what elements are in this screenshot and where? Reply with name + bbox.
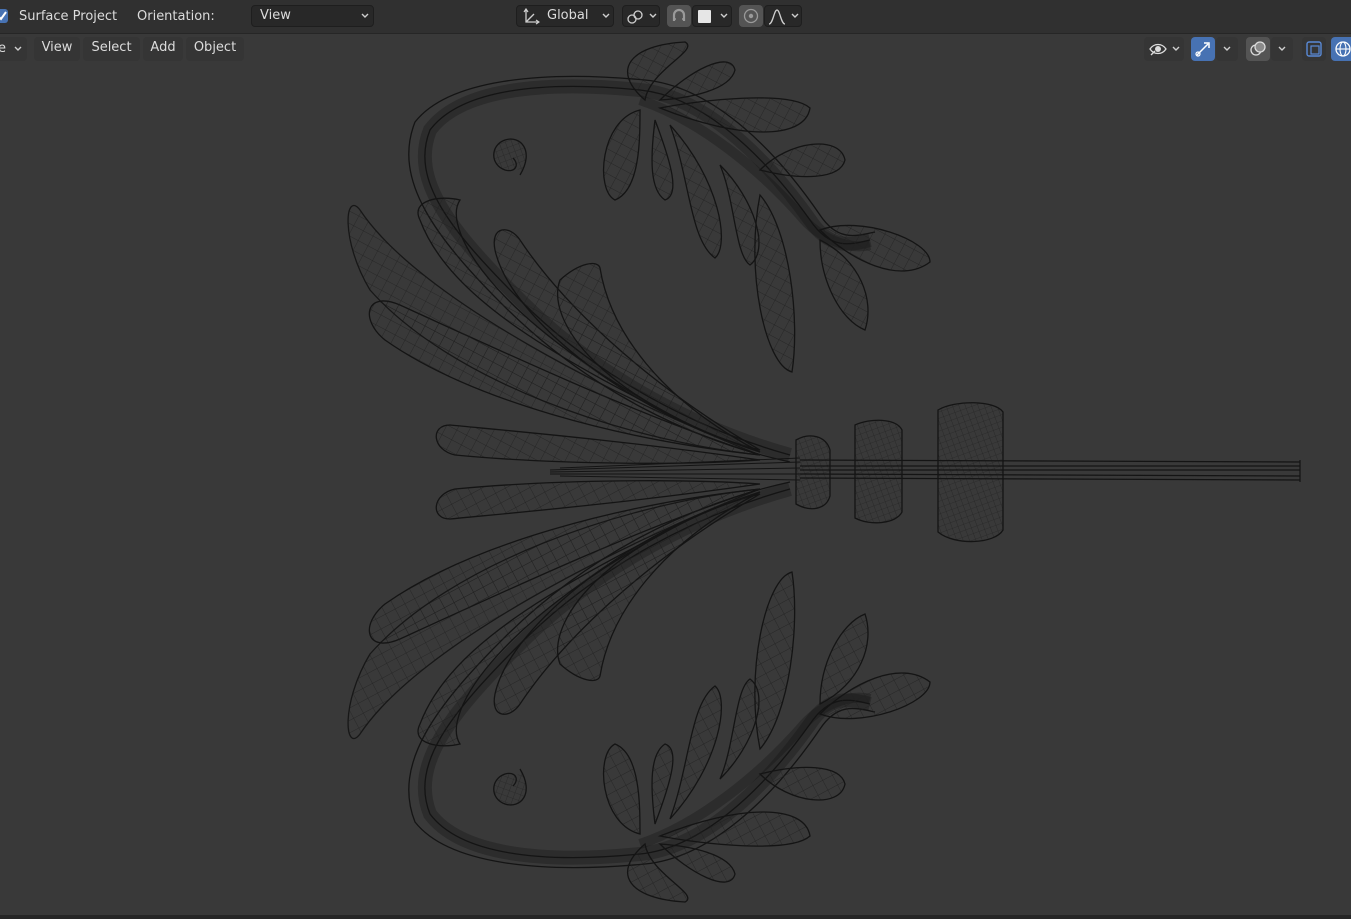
link-pivot-icon — [626, 8, 644, 26]
surface-project-checkbox[interactable] — [0, 9, 8, 23]
xray-icon — [1305, 40, 1323, 58]
chevron-down-icon — [1171, 44, 1183, 56]
falloff-dropdown[interactable] — [764, 5, 802, 27]
chevron-down-icon — [1277, 44, 1289, 56]
snap-toggle[interactable] — [667, 5, 691, 27]
menu-object[interactable]: Object — [186, 37, 244, 61]
wireframe-mesh[interactable] — [0, 34, 1351, 915]
transform-orientation-dropdown[interactable]: Global — [516, 5, 614, 27]
proportional-edit-icon — [742, 7, 760, 25]
pivot-dropdown[interactable] — [622, 5, 660, 27]
overlays-toggle[interactable] — [1246, 37, 1270, 61]
transform-orientation-value: Global — [547, 8, 589, 23]
orientation-label: Orientation: — [137, 9, 215, 24]
tool-header: Surface Project Orientation: View Global — [0, 0, 1351, 34]
proportional-edit-toggle[interactable] — [739, 5, 763, 27]
xray-toggle[interactable] — [1302, 37, 1326, 61]
orientation-dropdown[interactable]: View — [251, 5, 374, 27]
3d-viewport[interactable]: e View Select Add Object — [0, 34, 1351, 915]
overlays-dropdown[interactable] — [1271, 37, 1293, 61]
magnet-icon — [670, 7, 688, 25]
chevron-down-icon — [360, 11, 372, 23]
square-snap-icon — [698, 10, 711, 23]
snap-target-dropdown[interactable] — [692, 5, 732, 27]
chevron-down-icon — [648, 11, 660, 23]
viewport-bottom-border — [0, 915, 1351, 919]
chevron-down-icon — [790, 11, 802, 23]
visibility-dropdown[interactable] — [1144, 37, 1184, 61]
overlays-icon — [1249, 40, 1267, 58]
chevron-down-icon — [13, 44, 25, 56]
menu-view[interactable]: View — [34, 37, 80, 61]
gizmo-icon — [1194, 40, 1212, 58]
shading-wireframe-button[interactable] — [1331, 37, 1351, 61]
gizmo-toggle[interactable] — [1191, 37, 1215, 61]
checkbox-checked-icon — [0, 10, 8, 22]
wireframe-sphere-icon — [1334, 40, 1351, 58]
chevron-down-icon — [719, 11, 731, 23]
eye-icon — [1148, 40, 1168, 58]
axes-icon — [522, 8, 540, 26]
surface-project-label[interactable]: Surface Project — [19, 7, 117, 27]
chevron-down-icon — [1222, 44, 1234, 56]
falloff-curve-icon — [768, 8, 786, 26]
gizmo-dropdown[interactable] — [1216, 37, 1238, 61]
editor-mode-dropdown[interactable]: e — [0, 37, 27, 61]
editor-mode-label-partial: e — [0, 41, 6, 56]
menu-add[interactable]: Add — [143, 37, 183, 61]
orientation-value: View — [260, 8, 291, 23]
chevron-down-icon — [601, 11, 613, 23]
menu-select[interactable]: Select — [83, 37, 140, 61]
